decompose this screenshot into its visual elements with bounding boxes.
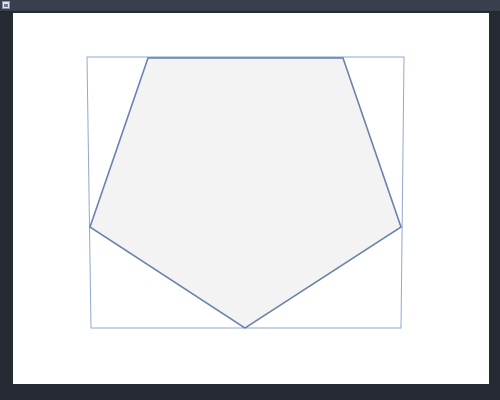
document-icon[interactable] <box>2 1 10 9</box>
bottom-frame <box>0 384 500 400</box>
canvas-svg <box>86 56 405 329</box>
drawing-canvas[interactable] <box>13 13 489 384</box>
left-frame <box>0 12 13 384</box>
right-frame <box>489 12 500 384</box>
app-window <box>0 0 500 400</box>
pentagon-shape[interactable] <box>89 57 402 329</box>
title-bar[interactable] <box>0 0 500 12</box>
